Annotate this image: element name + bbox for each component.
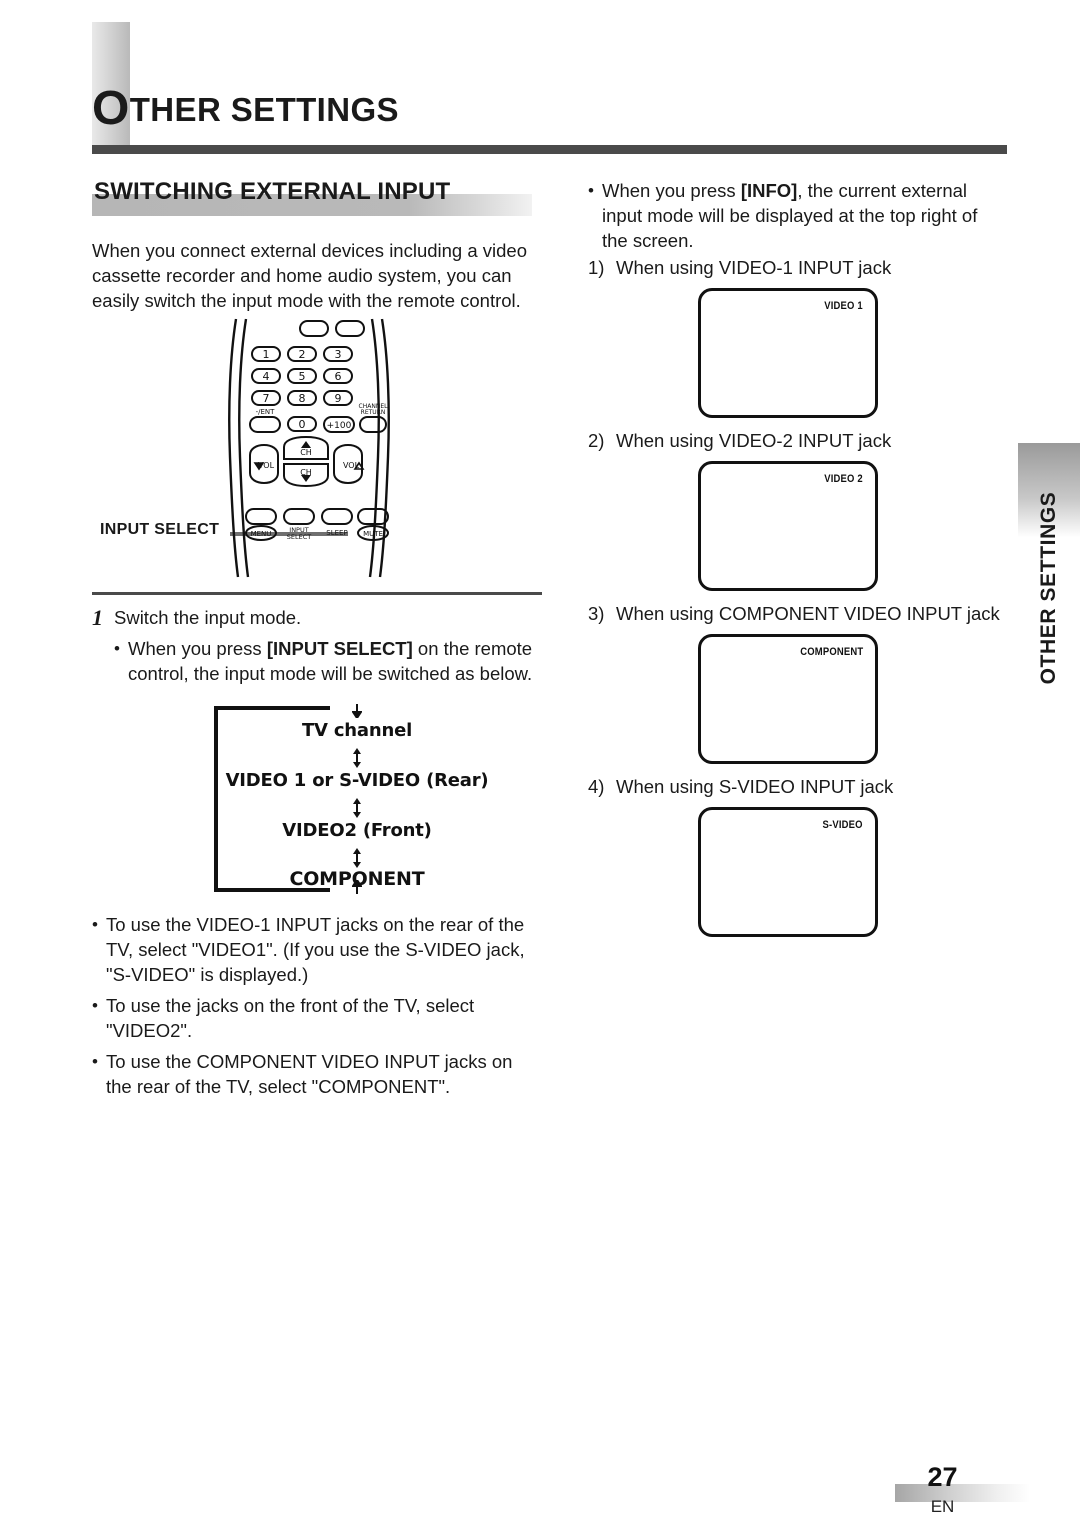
- svg-text:3: 3: [335, 348, 342, 361]
- section-intro-text: When you connect external devices includ…: [92, 240, 528, 311]
- case-3-text: When using COMPONENT VIDEO INPUT jack: [616, 603, 1000, 624]
- case-3-number: 3): [588, 603, 605, 624]
- input-mode-flow-diagram: TV channel VIDEO 1 or S-VIDEO (Rear) VID…: [192, 704, 522, 904]
- svg-text:-/ENT: -/ENT: [256, 408, 276, 416]
- right-column: • When you press [INFO], the current ext…: [588, 178, 1008, 947]
- info-note-text: When you press [INFO], the current exter…: [602, 178, 1008, 253]
- bullet-dot-icon: •: [588, 181, 594, 200]
- bullet-dot-icon: •: [114, 639, 120, 658]
- case-4: 4) When using S-VIDEO INPUT jack: [588, 774, 1008, 799]
- osd-label-video1: VIDEO 1: [824, 300, 863, 312]
- info-prefix: When you press: [602, 180, 741, 201]
- flow-arrow-both-2-icon: [192, 798, 522, 821]
- step-bullet-prefix: When you press: [128, 638, 267, 659]
- step-bullet: • When you press [INPUT SELECT] on the r…: [114, 636, 542, 686]
- flow-arrow-both-1-icon: [192, 748, 522, 771]
- step-bullet-key: [INPUT SELECT]: [266, 638, 413, 659]
- step-number: 1: [92, 605, 103, 630]
- case-2: 2) When using VIDEO-2 INPUT jack: [588, 428, 1008, 453]
- svg-text:SELECT: SELECT: [287, 533, 311, 541]
- osd-label-svideo: S-VIDEO: [822, 819, 863, 831]
- chapter-title-rest: THER SETTINGS: [129, 91, 399, 128]
- svg-text:4: 4: [263, 370, 270, 383]
- bullet-dot-icon: •: [92, 996, 98, 1015]
- bullet-dot-icon: •: [92, 915, 98, 934]
- callout-label-input-select: INPUT SELECT: [100, 521, 220, 538]
- svg-text:MENU: MENU: [251, 530, 272, 538]
- remote-control-figure: INPUT SELECT 1 2 3 4 5 6 7 8 9 -/ENT 0 +…: [92, 317, 542, 582]
- svg-text:CH: CH: [300, 448, 312, 457]
- flow-item-0: TV channel: [301, 720, 413, 741]
- note-text-2: To use the COMPONENT VIDEO INPUT jacks o…: [106, 1051, 513, 1097]
- info-key: [INFO]: [740, 180, 798, 201]
- step-title: Switch the input mode.: [114, 607, 302, 628]
- svg-text:2: 2: [299, 348, 306, 361]
- info-note: • When you press [INFO], the current ext…: [588, 178, 1008, 253]
- header-rule: [92, 145, 1007, 154]
- note-text-1: To use the jacks on the front of the TV,…: [106, 995, 475, 1041]
- svg-text:SLEEP: SLEEP: [326, 529, 347, 537]
- svg-text:1: 1: [263, 348, 270, 361]
- case-1: 1) When using VIDEO-1 INPUT jack: [588, 255, 1008, 280]
- case-4-number: 4): [588, 776, 605, 797]
- section-heading-text: SWITCHING EXTERNAL INPUT: [94, 178, 451, 205]
- bullet-dot-icon: •: [92, 1052, 98, 1071]
- osd-label-video2: VIDEO 2: [824, 473, 863, 485]
- left-column: SWITCHING EXTERNAL INPUT When you connec…: [92, 178, 542, 1099]
- svg-text:5: 5: [299, 370, 306, 383]
- svg-text:+100: +100: [327, 421, 352, 431]
- step-divider: [92, 592, 542, 595]
- svg-text:6: 6: [335, 370, 342, 383]
- flow-item-1: VIDEO 1 or S-VIDEO (Rear): [225, 770, 489, 791]
- note-item: • To use the VIDEO-1 INPUT jacks on the …: [92, 912, 542, 987]
- notes-list: • To use the VIDEO-1 INPUT jacks on the …: [92, 912, 542, 1099]
- remote-control-icon: 1 2 3 4 5 6 7 8 9 -/ENT 0 +100 CHANNEL R…: [228, 318, 390, 578]
- case-2-number: 2): [588, 430, 605, 451]
- flow-arrow-down-icon: [192, 704, 522, 721]
- side-tab: OTHER SETTINGS: [1018, 443, 1080, 721]
- flow-item-2: VIDEO2 (Front): [282, 820, 432, 841]
- footer-language-code: EN: [930, 1497, 955, 1516]
- page-number: 27: [927, 1462, 958, 1492]
- svg-text:0: 0: [299, 418, 306, 431]
- case-1-number: 1): [588, 257, 605, 278]
- page-header: OTHER SETTINGS: [0, 0, 1080, 160]
- step-1: 1 Switch the input mode. • When you pres…: [92, 605, 542, 686]
- note-item: • To use the COMPONENT VIDEO INPUT jacks…: [92, 1049, 542, 1099]
- case-2-text: When using VIDEO-2 INPUT jack: [616, 430, 892, 451]
- note-item: • To use the jacks on the front of the T…: [92, 993, 542, 1043]
- chapter-dropcap: O: [92, 82, 130, 135]
- svg-text:MUTE: MUTE: [363, 530, 383, 538]
- page-footer: 27 EN: [855, 1462, 1030, 1522]
- svg-text:7: 7: [263, 392, 270, 405]
- tv-screen-svideo: S-VIDEO: [698, 807, 878, 937]
- svg-text:RETURN: RETURN: [361, 409, 386, 416]
- side-tab-label: OTHER SETTINGS: [1037, 491, 1060, 684]
- case-3: 3) When using COMPONENT VIDEO INPUT jack: [588, 601, 1008, 626]
- note-text-0: To use the VIDEO-1 INPUT jacks on the re…: [106, 914, 525, 985]
- tv-screen-video2: VIDEO 2: [698, 461, 878, 591]
- step-bullet-text: When you press [INPUT SELECT] on the rem…: [128, 636, 542, 686]
- step-body: Switch the input mode. • When you press …: [114, 605, 542, 686]
- case-4-text: When using S-VIDEO INPUT jack: [616, 776, 894, 797]
- tv-screen-video1: VIDEO 1: [698, 288, 878, 418]
- case-1-text: When using VIDEO-1 INPUT jack: [616, 257, 892, 278]
- section-heading: SWITCHING EXTERNAL INPUT: [92, 178, 542, 216]
- osd-label-component: COMPONENT: [799, 646, 863, 658]
- chapter-title: OTHER SETTINGS: [92, 85, 399, 133]
- tv-screen-component: COMPONENT: [698, 634, 878, 764]
- flow-arrow-up-icon: [192, 880, 522, 897]
- svg-text:8: 8: [299, 392, 306, 405]
- svg-text:9: 9: [335, 392, 342, 405]
